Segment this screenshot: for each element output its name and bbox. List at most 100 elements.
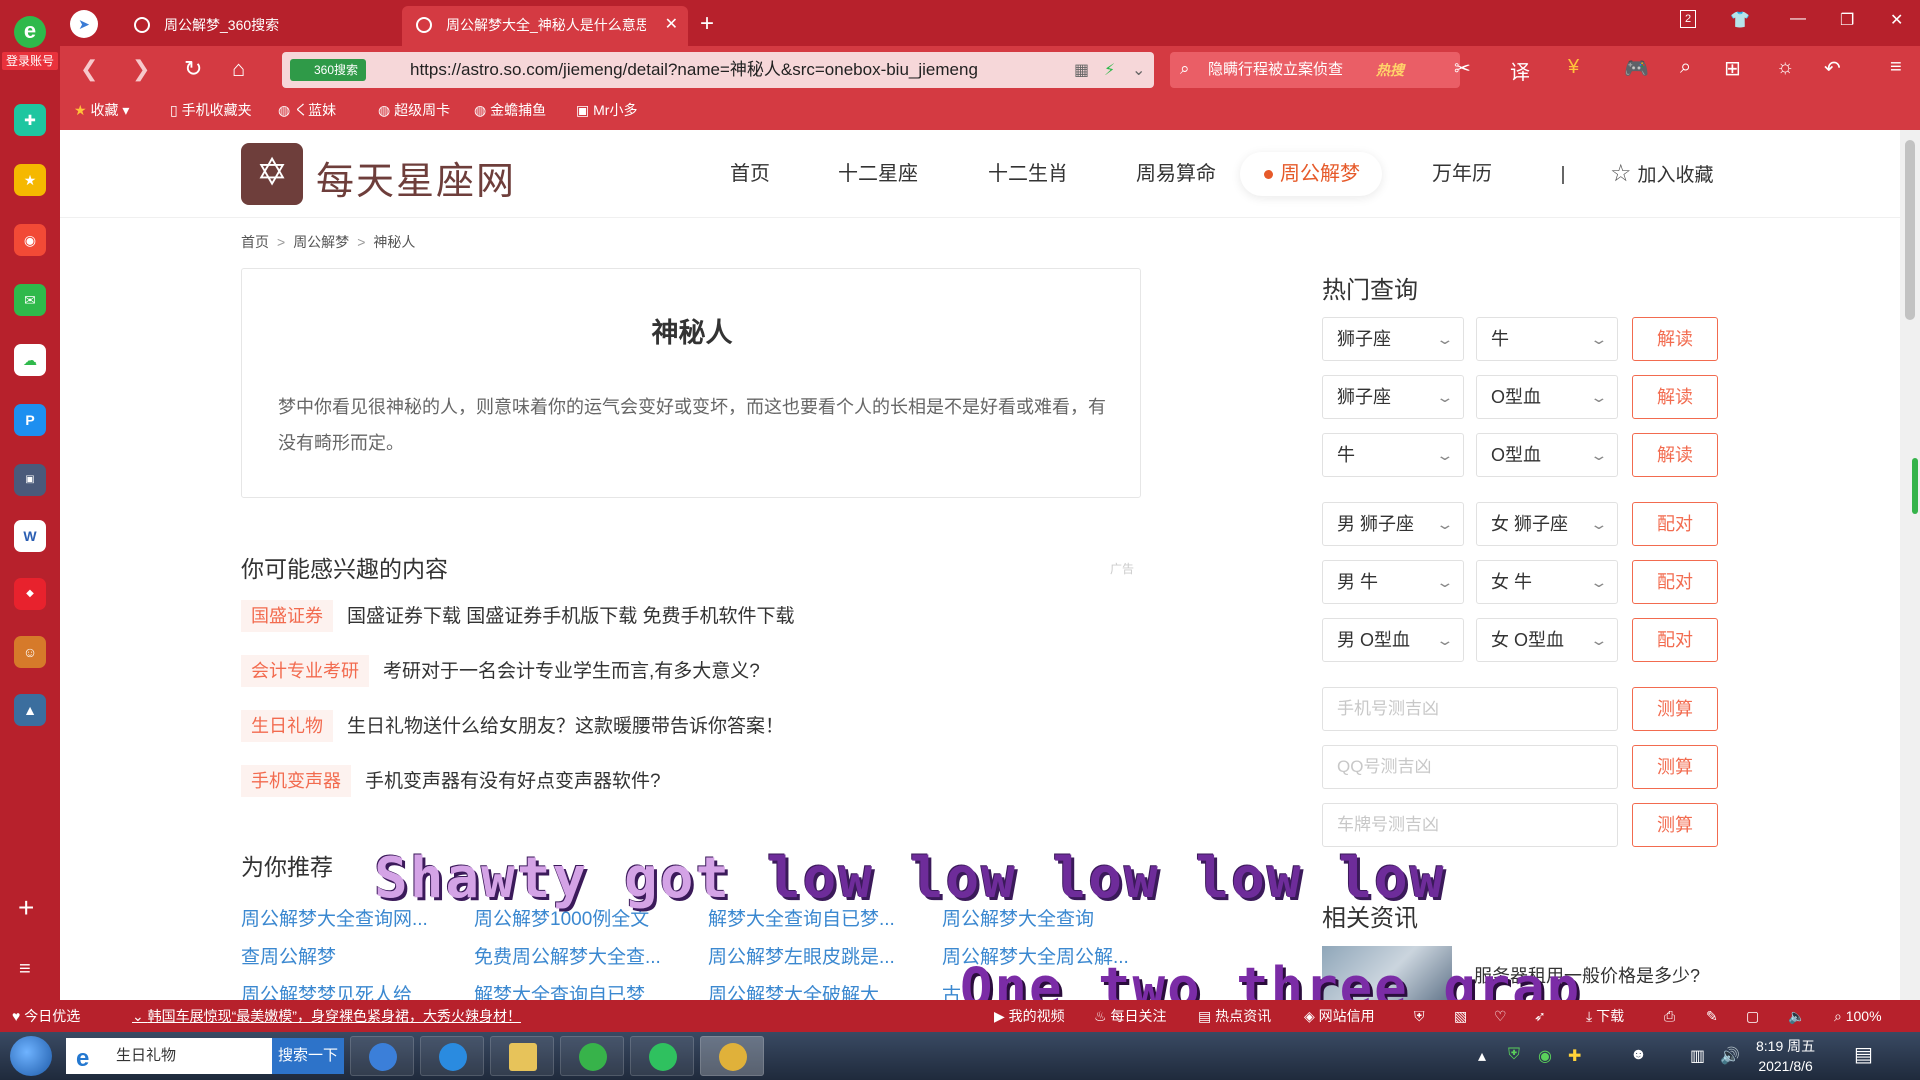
login-account-button[interactable]: 登录账号	[2, 52, 58, 70]
network-icon[interactable]: ▥	[1690, 1046, 1705, 1066]
scrollbar-thumb[interactable]	[1905, 140, 1915, 320]
back-icon[interactable]: ❮	[80, 56, 98, 82]
pair-button[interactable]: 配对	[1632, 560, 1718, 604]
taskbar-app-360[interactable]	[560, 1036, 624, 1076]
query-select-b[interactable]: O型血 ⌄	[1476, 433, 1618, 477]
gamepad-icon[interactable]: 🎮	[1624, 56, 1649, 81]
page-scrollbar[interactable]	[1900, 130, 1920, 1000]
browser-logo-icon[interactable]: e	[14, 16, 46, 48]
add-app-icon[interactable]: +	[18, 892, 34, 924]
main-menu-icon[interactable]: ≡	[1890, 56, 1902, 79]
coin-icon[interactable]: ¥	[1568, 56, 1579, 79]
recommend-link[interactable]: 免费周公解梦大全查...	[474, 942, 661, 969]
interest-tag[interactable]: 会计专业考研	[241, 655, 369, 687]
refresh-icon[interactable]: ↻	[184, 56, 202, 82]
query-select-a[interactable]: 狮子座 ⌄	[1322, 317, 1464, 361]
nav-zodiac[interactable]: 十二星座	[838, 152, 918, 196]
recommend-link[interactable]: 周公解梦左眼皮跳是...	[708, 942, 895, 969]
pair-select-female[interactable]: 女 牛 ⌄	[1476, 560, 1618, 604]
interpret-button[interactable]: 解读	[1632, 375, 1718, 419]
undo-icon[interactable]: ↶	[1824, 56, 1841, 81]
query-select-b[interactable]: O型血 ⌄	[1476, 375, 1618, 419]
pair-button[interactable]: 配对	[1632, 502, 1718, 546]
tray-expand-icon[interactable]: ▴	[1478, 1046, 1486, 1066]
translate-icon[interactable]: 译	[1510, 56, 1530, 85]
start-button[interactable]	[10, 1036, 52, 1076]
magnifier-icon[interactable]: ⌕	[1680, 56, 1691, 79]
taskbar-app-ie[interactable]	[420, 1036, 484, 1076]
security-icon[interactable]: ⛨	[1414, 1000, 1425, 1032]
interest-link[interactable]: 考研对于一名会计专业学生而言,有多大意义?	[383, 661, 760, 682]
add-favorite-button[interactable]: ☆ 加入收藏	[1610, 152, 1714, 198]
nav-calendar[interactable]: 万年历	[1432, 152, 1492, 196]
edit-icon[interactable]: ✎	[1706, 1000, 1718, 1032]
favorites-star-icon[interactable]: ★	[14, 164, 46, 196]
minimize-icon[interactable]: —	[1790, 10, 1806, 28]
recommend-link[interactable]: 周公解梦大全破解大	[708, 980, 879, 1000]
tray-plus-icon[interactable]: ✚	[1568, 1046, 1581, 1066]
hot-news[interactable]: ▤ 热点资讯	[1198, 1000, 1271, 1032]
breadcrumb-home[interactable]: 首页	[241, 234, 269, 250]
speed-bolt-icon[interactable]: ⚡	[1104, 60, 1115, 80]
interest-link[interactable]: 生日礼物送什么给女朋友？这款暖腰带告诉你答案！	[347, 716, 784, 737]
qq-number-input[interactable]: QQ号测吉凶	[1322, 745, 1618, 789]
interest-item[interactable]: 国盛证券 国盛证券下载 国盛证券手机版下载 免费手机软件下载	[241, 600, 795, 632]
weibo-icon[interactable]: ◉	[14, 224, 46, 256]
game-scene-icon[interactable]: ▲	[14, 694, 46, 726]
recommend-link[interactable]: 查周公解梦	[241, 942, 336, 969]
calculate-button[interactable]: 测算	[1632, 803, 1718, 847]
headline-ticker[interactable]: ⌄ 韩国车展惊现“最美嫩模”，身穿裸色紧身裙，大秀火辣身材！	[132, 1000, 521, 1032]
bookmark-lanmei[interactable]: ◍ く蓝妹	[278, 94, 336, 126]
interest-tag[interactable]: 国盛证券	[241, 600, 333, 632]
nav-home[interactable]: 首页	[730, 152, 770, 196]
tab-count-badge[interactable]: 2	[1680, 10, 1696, 28]
query-select-a[interactable]: 狮子座 ⌄	[1322, 375, 1464, 419]
search-query[interactable]: 隐瞒行程被立案侦查	[1208, 52, 1343, 88]
search-box[interactable]: ⌕ 隐瞒行程被立案侦查 热搜	[1170, 52, 1460, 88]
grid-apps-icon[interactable]: ⊞	[1724, 56, 1741, 81]
site-logo-icon[interactable]: ✡	[241, 143, 303, 205]
taskbar-app-player[interactable]	[630, 1036, 694, 1076]
telegram-icon[interactable]: ➤	[70, 10, 98, 38]
word-doc-icon[interactable]: W	[14, 520, 46, 552]
phone-number-input[interactable]: 手机号测吉凶	[1322, 687, 1618, 731]
interest-item[interactable]: 会计专业考研 考研对于一名会计专业学生而言,有多大意义?	[241, 655, 760, 687]
calculate-button[interactable]: 测算	[1632, 745, 1718, 789]
skin-shirt-icon[interactable]: 👕	[1730, 10, 1750, 30]
scissors-icon[interactable]: ✂	[1454, 56, 1471, 81]
bookmark-favorites[interactable]: ★ 收藏 ▾	[74, 94, 129, 126]
sidebar-menu-icon[interactable]: ≡	[19, 958, 31, 981]
nav-chinese-zodiac[interactable]: 十二生肖	[988, 152, 1068, 196]
volume-icon[interactable]: 🔈	[1788, 1000, 1805, 1032]
pair-select-male[interactable]: 男 牛 ⌄	[1322, 560, 1464, 604]
notification-icon[interactable]: ▤	[1854, 1042, 1873, 1067]
nav-fortune[interactable]: 周易算命	[1136, 152, 1216, 196]
today-picks[interactable]: ♥ 今日优选	[12, 1000, 80, 1032]
address-bar[interactable]: 360搜索 https://astro.so.com/jiemeng/detai…	[282, 52, 1154, 88]
interest-link[interactable]: 国盛证券下载 国盛证券手机版下载 免费手机软件下载	[347, 606, 795, 627]
rocket-icon[interactable]: ➶	[1534, 1000, 1546, 1032]
zoom-control[interactable]: ⌕ 100%	[1834, 1000, 1882, 1032]
plus-app-icon[interactable]: ✚	[14, 104, 46, 136]
taskbar-app-game[interactable]	[700, 1036, 764, 1076]
interest-tag[interactable]: 生日礼物	[241, 710, 333, 742]
tray-shield-icon[interactable]: ⛨	[1508, 1046, 1520, 1064]
site-name[interactable]: 每天星座网	[316, 150, 516, 205]
bookmark-weekly-card[interactable]: ◍ 超级周卡	[378, 94, 450, 126]
plate-number-input[interactable]: 车牌号测吉凶	[1322, 803, 1618, 847]
close-window-icon[interactable]: ✕	[1890, 10, 1903, 30]
url-text[interactable]: https://astro.so.com/jiemeng/detail?name…	[410, 52, 1050, 88]
tray-user-icon[interactable]: ☻	[1630, 1046, 1647, 1064]
360-search-badge[interactable]: 360搜索	[290, 59, 367, 81]
interest-tag[interactable]: 手机变声器	[241, 765, 351, 797]
maximize-icon[interactable]: ❐	[1840, 10, 1854, 30]
taskbar-app-k[interactable]	[350, 1036, 414, 1076]
game-app-icon[interactable]: ▣	[14, 464, 46, 496]
daily-focus[interactable]: ♨ 每日关注	[1094, 1000, 1166, 1032]
taskbar-app-explorer[interactable]	[490, 1036, 554, 1076]
xiaohongshu-icon[interactable]: ◆	[14, 578, 46, 610]
interest-item[interactable]: 生日礼物 生日礼物送什么给女朋友？这款暖腰带告诉你答案！	[241, 710, 784, 742]
forward-icon[interactable]: ❯	[132, 56, 150, 82]
interest-item[interactable]: 手机变声器 手机变声器有没有好点变声器软件?	[241, 765, 661, 797]
query-select-a[interactable]: 牛 ⌄	[1322, 433, 1464, 477]
